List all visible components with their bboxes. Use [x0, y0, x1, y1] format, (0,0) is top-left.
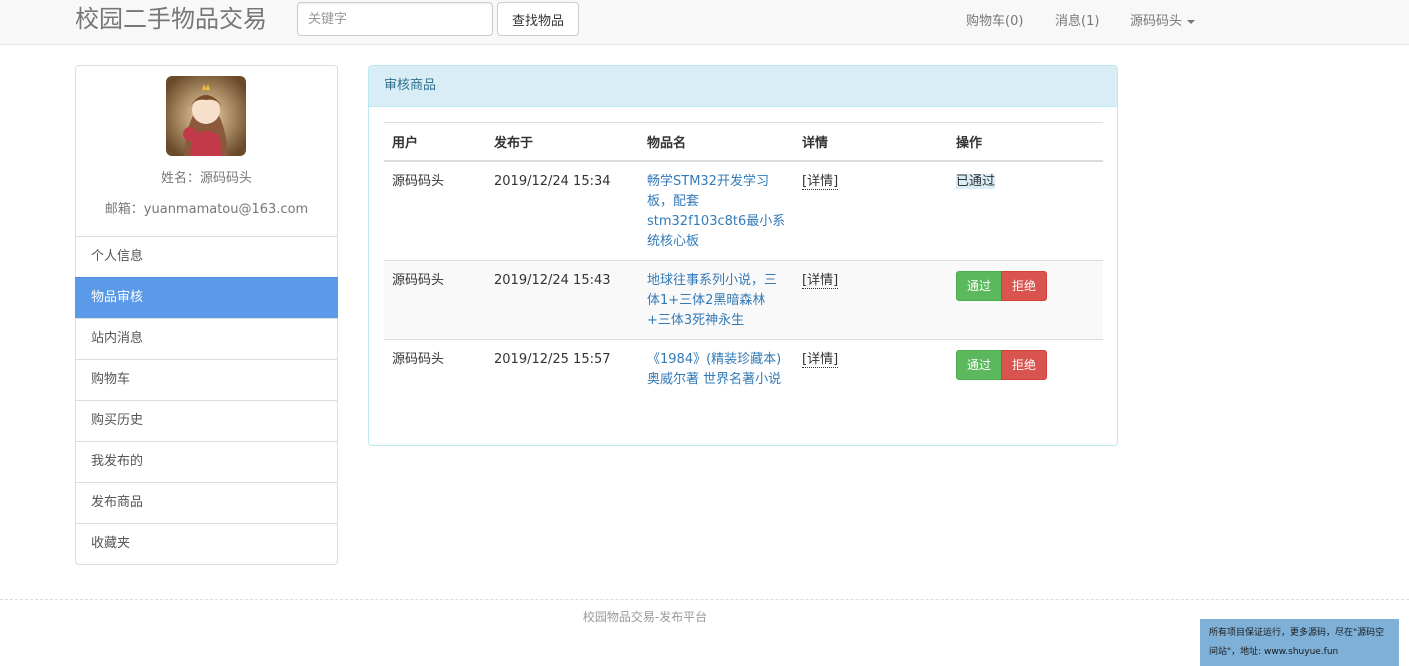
- approve-button[interactable]: 通过: [956, 270, 1003, 301]
- site-brand[interactable]: 校园二手物品交易: [75, 3, 267, 35]
- sidebar-item-publish-item[interactable]: 发布商品: [76, 482, 337, 523]
- user-dropdown-label: 源码码头: [1130, 14, 1183, 29]
- detail-link[interactable]: [详情]: [802, 351, 839, 368]
- column-header-action: 操作: [948, 122, 1103, 162]
- detail-link[interactable]: [详情]: [802, 173, 839, 190]
- item-link[interactable]: 《1984》(精装珍藏本) 奥威尔著 世界名著小说: [647, 352, 781, 387]
- reject-button[interactable]: 拒绝: [1001, 349, 1048, 380]
- cell-user: 源码码头: [384, 338, 486, 416]
- reject-button[interactable]: 拒绝: [1001, 270, 1048, 301]
- footer-text: 校园物品交易-发布平台: [582, 610, 708, 624]
- column-header-date: 发布于: [486, 122, 639, 162]
- review-panel: 审核商品 用户 发布于 物品名 详情 操作 源码码头 2019/12/24 15…: [368, 65, 1118, 446]
- cart-link[interactable]: 购物车(0): [966, 10, 1023, 29]
- footer-divider: [0, 599, 1409, 600]
- sidebar-item-site-messages[interactable]: 站内消息: [76, 318, 337, 359]
- sidebar-item-my-posts[interactable]: 我发布的: [76, 441, 337, 482]
- item-link[interactable]: 畅学STM32开发学习板，配套stm32f103c8t6最小系统核心板: [647, 174, 785, 249]
- source-notice[interactable]: 所有项目保证运行，更多源码，尽在"源码空间站"，地址: www.shuyue.f…: [1200, 619, 1399, 666]
- search-button[interactable]: 查找物品: [497, 2, 579, 36]
- messages-link[interactable]: 消息(1): [1055, 10, 1099, 29]
- item-link[interactable]: 地球往事系列小说，三体1+三体2黑暗森林+三体3死神永生: [647, 273, 777, 328]
- sidebar-item-purchase-history[interactable]: 购买历史: [76, 400, 337, 441]
- action-button-group: 通过 拒绝: [956, 270, 1048, 301]
- action-button-group: 通过 拒绝: [956, 349, 1048, 380]
- cell-user: 源码码头: [384, 259, 486, 339]
- table-header-row: 用户 发布于 物品名 详情 操作: [384, 122, 1103, 162]
- sidebar-item-personal-info[interactable]: 个人信息: [76, 237, 337, 277]
- review-table: 用户 发布于 物品名 详情 操作 源码码头 2019/12/24 15:34 畅…: [384, 122, 1103, 416]
- approve-button[interactable]: 通过: [956, 349, 1003, 380]
- sidebar-item-item-review[interactable]: 物品审核: [75, 277, 338, 318]
- top-navbar: 校园二手物品交易 查找物品 购物车(0) 消息(1) 源码码头: [0, 0, 1409, 45]
- sidebar-item-cart[interactable]: 购物车: [76, 359, 337, 400]
- panel-title: 审核商品: [369, 66, 1117, 107]
- column-header-user: 用户: [384, 122, 486, 162]
- table-row: 源码码头 2019/12/25 15:57 《1984》(精装珍藏本) 奥威尔著…: [384, 338, 1103, 416]
- sidebar-item-favorites[interactable]: 收藏夹: [76, 523, 337, 564]
- cell-user: 源码码头: [384, 160, 486, 260]
- column-header-item: 物品名: [639, 122, 794, 162]
- avatar: [166, 76, 246, 156]
- caret-down-icon: [1187, 19, 1196, 24]
- avatar-image: [166, 76, 246, 156]
- user-dropdown[interactable]: 源码码头: [1130, 10, 1196, 29]
- status-approved: 已通过: [956, 173, 996, 189]
- table-row: 源码码头 2019/12/24 15:34 畅学STM32开发学习板，配套stm…: [384, 160, 1103, 260]
- table-row: 源码码头 2019/12/24 15:43 地球往事系列小说，三体1+三体2黑暗…: [384, 259, 1103, 339]
- search-input[interactable]: [297, 2, 493, 36]
- cell-date: 2019/12/24 15:43: [486, 259, 639, 339]
- profile-card: 姓名：源码码头 邮箱：yuanmamatou@163.com: [75, 65, 338, 237]
- profile-name: 姓名：源码码头: [160, 171, 252, 186]
- column-header-detail: 详情: [794, 122, 948, 162]
- detail-link[interactable]: [详情]: [802, 272, 839, 289]
- sidebar-menu: 个人信息 物品审核 站内消息 购物车 购买历史 我发布的 发布商品 收藏夹: [75, 236, 338, 565]
- profile-email: 邮箱：yuanmamatou@163.com: [104, 202, 309, 217]
- cell-date: 2019/12/25 15:57: [486, 338, 639, 416]
- cell-date: 2019/12/24 15:34: [486, 160, 639, 260]
